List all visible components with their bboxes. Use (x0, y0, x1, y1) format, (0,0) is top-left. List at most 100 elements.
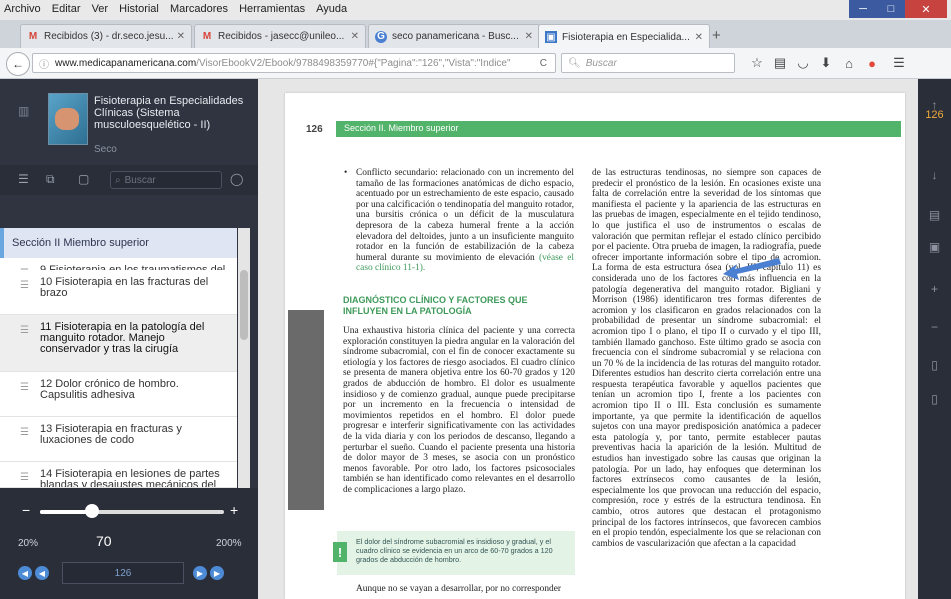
book-author: Seco (94, 144, 117, 155)
browser-search-input[interactable]: 🔍︎ Buscar (561, 53, 735, 73)
back-button[interactable]: ← (6, 52, 30, 76)
tab-gmail-1[interactable]: M Recibidos (3) - dr.seco.jesu... ✕ (20, 24, 192, 48)
toc-item-label: 10 Fisioterapia en las fracturas del bra… (40, 276, 209, 299)
book-title: Fisioterapia en Especialidades Clínicas … (94, 95, 244, 131)
notes-icon[interactable]: ⧉ (46, 172, 55, 187)
pocket-icon[interactable]: ◡ (794, 54, 812, 72)
document-icon[interactable]: ▯ (918, 358, 951, 372)
page-edge-strip (288, 310, 324, 510)
menu-marcadores[interactable]: Marcadores (166, 0, 232, 15)
prev-page-button[interactable]: ◀ (35, 566, 49, 580)
menu-ver[interactable]: Ver (88, 0, 113, 15)
scroll-down-icon[interactable]: ↓ (918, 168, 951, 182)
zoom-slider-thumb[interactable] (84, 504, 99, 518)
zoom-in-button[interactable]: + (230, 502, 238, 518)
toc-item-chapter-12[interactable]: ☰ 12 Dolor crónico de hombro. Capsulitis… (0, 372, 237, 417)
book-cover (48, 93, 88, 145)
maximize-button[interactable]: □ (877, 0, 905, 18)
url-bar[interactable]: ⓘ www.medicapanamericana.com /VisorEbook… (32, 53, 556, 73)
google-icon: G (375, 30, 387, 43)
page-number-input[interactable]: 126 (62, 562, 184, 584)
tab-google-search[interactable]: G seco panamericana - Busc... ✕ (368, 24, 540, 48)
list-icon: ☰ (20, 382, 29, 393)
exclamation-icon: ! (333, 542, 347, 562)
body-paragraph: Una exhaustiva historia clínica del paci… (343, 326, 575, 495)
close-tab-icon[interactable]: ✕ (695, 32, 703, 43)
toc-item-chapter-10[interactable]: ☰ 10 Fisioterapia en las fracturas del b… (0, 270, 237, 315)
toc-item-chapter-11[interactable]: ☰ 11 Fisioterapia en la patología del ma… (0, 315, 237, 372)
reload-icon[interactable]: C (540, 58, 547, 69)
right-column-text: de las estructuras tendinosas, no siempr… (592, 168, 821, 549)
toc-scrollbar-thumb[interactable] (240, 270, 248, 340)
tab-label: Recibidos - jasecc@unileo... (218, 31, 345, 42)
new-tab-button[interactable]: + (712, 27, 721, 44)
downloads-icon[interactable]: ⬇ (817, 54, 835, 72)
menu-ayuda[interactable]: Ayuda (312, 0, 351, 15)
gmail-icon: M (202, 31, 212, 42)
home-icon[interactable]: ⌂ (840, 54, 858, 72)
menu-hamburger-icon[interactable]: ☰ (890, 54, 908, 72)
menu-bar: Archivo Editar Ver Historial Marcadores … (0, 0, 951, 20)
menu-historial[interactable]: Historial (115, 0, 163, 15)
toc-list-icon[interactable]: ☰ (18, 172, 29, 186)
right-toolbar (918, 79, 951, 599)
reading-list-icon[interactable]: ▤ (771, 54, 789, 72)
image-icon[interactable]: ▣ (918, 240, 951, 254)
toc-item-chapter-13[interactable]: ☰ 13 Fisioterapia en fracturas y luxacio… (0, 417, 237, 462)
menu-archivo[interactable]: Archivo (0, 0, 45, 15)
toc-item-chapter-14[interactable]: ☰ 14 Fisioterapia en lesiones de partes … (0, 462, 237, 488)
info-icon[interactable]: ⓘ (39, 56, 49, 71)
close-tab-icon[interactable]: ✕ (351, 31, 359, 42)
toc-scrollbar[interactable] (238, 228, 250, 488)
page-number: 126 (306, 124, 323, 135)
export-document-icon[interactable]: ▯ (918, 392, 951, 406)
close-tab-icon[interactable]: ✕ (525, 31, 533, 42)
list-icon: ☰ (20, 427, 29, 438)
tab-gmail-2[interactable]: M Recibidos - jasecc@unileo... ✕ (194, 24, 366, 48)
close-tab-icon[interactable]: ✕ (177, 31, 185, 42)
menu-editar[interactable]: Editar (48, 0, 85, 15)
url-path: /VisorEbookV2/Ebook/9788498359770#{"Pagi… (196, 57, 511, 69)
search-go-icon[interactable]: ◯ (230, 172, 243, 186)
window-controls: ─ □ ✕ (849, 0, 947, 20)
close-window-button[interactable]: ✕ (905, 0, 947, 18)
section-header-bar: Sección II. Miembro superior (336, 121, 901, 137)
tab-label: Fisioterapia en Especialida... (562, 31, 690, 43)
bullet-text: Conflicto secundario: relacionado con un… (356, 168, 574, 263)
body-paragraph-continued: Aunque no se vayan a desarrollar, por no… (356, 584, 562, 594)
tab-active-ebook[interactable]: ▣ Fisioterapia en Especialida... ✕ (538, 24, 710, 49)
toc-item-label: 11 Fisioterapia en la patología del mang… (40, 321, 205, 355)
bookmark-icon[interactable]: ▢ (78, 172, 89, 186)
url-host: www.medicapanamericana.com (55, 57, 197, 69)
library-icon[interactable]: ▥ (18, 104, 29, 118)
tab-label: seco panamericana - Busc... (392, 31, 519, 42)
extension-icon[interactable]: ● (863, 54, 881, 72)
zoom-in-icon[interactable]: + (918, 282, 951, 296)
bookmark-star-icon[interactable]: ☆ (748, 54, 766, 72)
zoom-value: 70 (96, 533, 112, 549)
toc-item-label: 12 Dolor crónico de hombro. Capsulitis a… (40, 378, 179, 401)
next-page-button[interactable]: ▶ (193, 566, 207, 580)
section-heading: DIAGNÓSTICO CLÍNICO Y FACTORES QUE INFLU… (343, 295, 528, 316)
gmail-icon: M (28, 31, 38, 42)
section-header-text: Sección II. Miembro superior (344, 123, 459, 133)
last-page-button[interactable]: ▶ (210, 566, 224, 580)
zoom-min-label: 20% (18, 538, 39, 549)
sidebar-search-placeholder: Buscar (124, 174, 156, 186)
menu-herramientas[interactable]: Herramientas (235, 0, 309, 15)
bullet-paragraph: • Conflicto secundario: relacionado con … (344, 168, 574, 274)
toc-item-label: 13 Fisioterapia en fracturas y luxacione… (40, 423, 182, 446)
book-icon: ▣ (545, 31, 557, 43)
first-page-button[interactable]: ◀ (18, 566, 32, 580)
zoom-out-button[interactable]: − (22, 502, 30, 518)
zoom-max-label: 200% (216, 538, 242, 549)
highlight-note-text: El dolor del síndrome subacromial es ins… (356, 537, 553, 564)
toc-section-header[interactable]: Sección II Miembro superior (0, 228, 237, 258)
list-icon: ☰ (20, 325, 29, 336)
minimize-button[interactable]: ─ (849, 0, 877, 18)
bookmark-page-icon[interactable]: ▤ (918, 208, 951, 222)
zoom-out-icon[interactable]: − (918, 320, 951, 334)
sidebar-search-input[interactable]: ⌕ Buscar (110, 171, 222, 189)
toc-item-label: 14 Fisioterapia en lesiones de partes bl… (40, 468, 220, 488)
tab-label: Recibidos (3) - dr.seco.jesu... (44, 31, 173, 42)
